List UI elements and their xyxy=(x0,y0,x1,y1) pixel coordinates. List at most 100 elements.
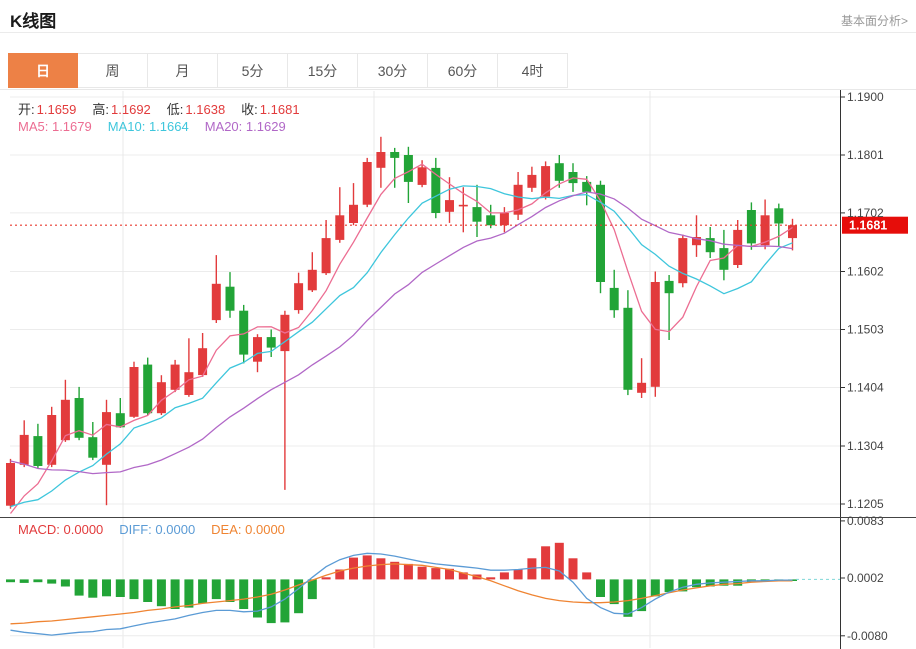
y-axis-label: 1.1205 xyxy=(847,497,884,511)
macd-histogram-bar xyxy=(198,579,207,603)
price-tag-value: 1.1681 xyxy=(849,219,887,233)
candle-body xyxy=(459,205,468,207)
high-value: 1.1692 xyxy=(111,102,151,117)
low-label: 低: xyxy=(167,102,184,117)
macd-histogram-bar xyxy=(404,564,413,580)
macd-histogram-bar xyxy=(486,577,495,579)
close-value: 1.1681 xyxy=(260,102,300,117)
macd-histogram-bar xyxy=(418,567,427,580)
candle-body xyxy=(596,185,605,282)
macd-y-axis-label: -0.0080 xyxy=(847,629,888,643)
candle-body xyxy=(610,288,619,310)
kline-chart-canvas[interactable]: 1.16811.19001.18011.17021.16021.15031.14… xyxy=(0,0,916,649)
diff-label: DIFF: xyxy=(119,522,152,537)
candle-body xyxy=(294,283,303,310)
tab-month[interactable]: 月 xyxy=(148,53,218,88)
y-axis-label: 1.1602 xyxy=(847,265,884,279)
macd-histogram-bar xyxy=(541,546,550,579)
macd-histogram-bar xyxy=(308,579,317,599)
macd-histogram-bar xyxy=(322,577,331,579)
candle-body xyxy=(143,365,152,414)
macd-histogram-bar xyxy=(596,579,605,597)
candle-body xyxy=(376,152,385,168)
candle-body xyxy=(665,281,674,293)
candle-body xyxy=(774,208,783,223)
macd-histogram-bar xyxy=(88,579,97,597)
tab-30min[interactable]: 30分 xyxy=(358,53,428,88)
ma5-label: MA5: xyxy=(18,119,48,134)
tabs-bottom-border xyxy=(0,89,916,90)
candle-body xyxy=(33,436,42,466)
candle-body xyxy=(308,270,317,291)
macd-histogram-bar xyxy=(267,579,276,623)
macd-histogram-bar xyxy=(733,579,742,585)
candle-body xyxy=(47,415,56,465)
y-axis-label: 1.1702 xyxy=(847,206,884,220)
kline-page: { "header": { "title": "K线图", "link": "基… xyxy=(0,0,916,649)
ohlc-readout: 开:1.1659 高:1.1692 低:1.1638 收:1.1681 xyxy=(18,99,300,118)
diff-line xyxy=(11,553,793,635)
macd-histogram-bar xyxy=(500,572,509,579)
macd-histogram-bar xyxy=(20,579,29,583)
macd-y-axis-label: 0.0002 xyxy=(847,571,884,585)
ma5-value: 1.1679 xyxy=(52,119,92,134)
y-axis-label: 1.1404 xyxy=(847,381,884,395)
candle-body xyxy=(486,215,495,225)
macd-histogram-bar xyxy=(171,579,180,609)
candle-body xyxy=(678,238,687,283)
ma20-line xyxy=(11,192,793,474)
page-title: K线图 xyxy=(10,7,56,32)
tab-day[interactable]: 日 xyxy=(8,53,78,88)
open-value: 1.1659 xyxy=(37,102,77,117)
open-label: 开: xyxy=(18,102,35,117)
macd-histogram-bar xyxy=(6,579,15,582)
candle-body xyxy=(418,167,427,185)
candle-body xyxy=(500,213,509,225)
candle-body xyxy=(390,152,399,158)
tab-week[interactable]: 周 xyxy=(78,53,148,88)
macd-histogram-bar xyxy=(212,579,221,599)
macd-histogram-bar xyxy=(363,555,372,579)
candle-body xyxy=(6,463,15,506)
candle-body xyxy=(349,205,358,223)
macd-histogram-bar xyxy=(623,579,632,616)
macd-histogram-bar xyxy=(143,579,152,602)
macd-value: 0.0000 xyxy=(64,522,104,537)
y-axis-label: 1.1503 xyxy=(847,323,884,337)
macd-histogram-bar xyxy=(184,579,193,607)
macd-histogram-bar xyxy=(226,579,235,602)
macd-histogram-bar xyxy=(47,579,56,583)
tab-60min[interactable]: 60分 xyxy=(428,53,498,88)
candle-body xyxy=(171,365,180,390)
tab-4hour[interactable]: 4时 xyxy=(498,53,568,88)
macd-histogram-bar xyxy=(239,579,248,609)
candle-body xyxy=(788,225,797,238)
macd-label: MACD: xyxy=(18,522,60,537)
candle-body xyxy=(651,282,660,387)
macd-histogram-bar xyxy=(102,579,111,596)
macd-histogram-bar xyxy=(569,558,578,579)
candle-body xyxy=(267,337,276,348)
candle-body xyxy=(212,284,221,320)
candle-body xyxy=(184,372,193,395)
tab-15min[interactable]: 15分 xyxy=(288,53,358,88)
tab-5min[interactable]: 5分 xyxy=(218,53,288,88)
ma20-label: MA20: xyxy=(205,119,243,134)
macd-histogram-bar xyxy=(130,579,139,599)
macd-histogram-bar xyxy=(116,579,125,597)
macd-histogram-bar xyxy=(157,579,166,606)
dea-label: DEA: xyxy=(211,522,241,537)
ma10-value: 1.1664 xyxy=(149,119,189,134)
candle-body xyxy=(322,238,331,273)
macd-histogram-bar xyxy=(582,572,591,579)
candle-body xyxy=(363,162,372,205)
candle-body xyxy=(623,308,632,390)
high-label: 高: xyxy=(92,102,109,117)
macd-histogram-bar xyxy=(610,579,619,604)
macd-histogram-bar xyxy=(431,568,440,579)
macd-histogram-bar xyxy=(75,579,84,595)
fundamental-analysis-link[interactable]: 基本面分析> xyxy=(841,12,908,29)
low-value: 1.1638 xyxy=(185,102,225,117)
macd-histogram-bar xyxy=(33,579,42,582)
close-label: 收: xyxy=(241,102,258,117)
